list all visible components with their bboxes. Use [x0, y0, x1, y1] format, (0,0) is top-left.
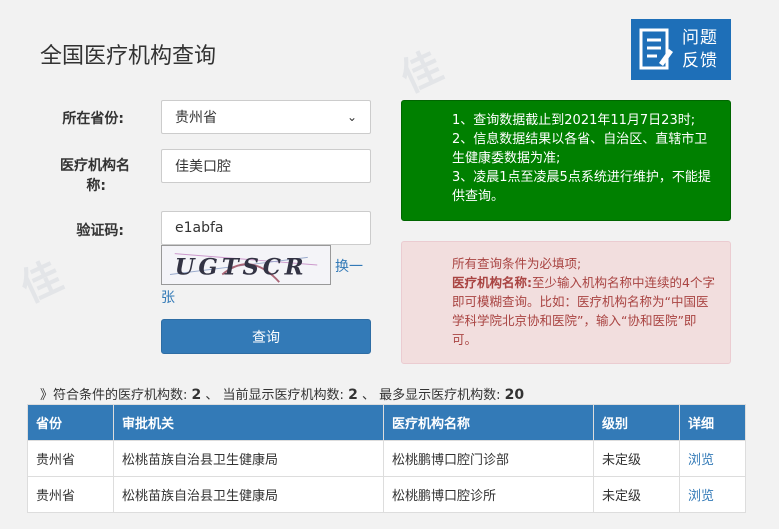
- captcha-input[interactable]: e1abfa: [161, 211, 371, 245]
- cell-institution: 松桃鹏博口腔诊所: [383, 476, 594, 513]
- matched-count: 2: [191, 387, 202, 403]
- watermark: 佳: [393, 43, 450, 102]
- info-notice: 1、查询数据截止到2021年11月7日23时; 2、信息数据结果以各省、自治区、…: [401, 100, 731, 221]
- table-row: 贵州省 松桃苗族自治县卫生健康局 松桃鹏博口腔门诊部 未定级 浏览: [27, 440, 746, 477]
- requirement-line: 所有查询条件为必填项;: [452, 256, 582, 271]
- refresh-captcha-link-wrap[interactable]: 张: [161, 287, 175, 307]
- institution-name-input[interactable]: 佳美口腔: [161, 149, 371, 183]
- cell-detail: 浏览: [679, 476, 746, 513]
- cell-level: 未定级: [593, 440, 680, 477]
- max-count: 20: [504, 387, 525, 403]
- cell-authority: 松桃苗族自治县卫生健康局: [113, 440, 384, 477]
- header-authority: 审批机关: [113, 404, 384, 441]
- captcha-label: 验证码:: [76, 223, 124, 239]
- cell-authority: 松桃苗族自治县卫生健康局: [113, 476, 384, 513]
- info-line: 3、凌晨1点至凌晨5点系统进行维护，不能提供查询。: [452, 170, 711, 204]
- header-detail: 详细: [679, 404, 746, 441]
- results-table: 省份 审批机关 医疗机构名称 级别 详细 贵州省 松桃苗族自治县卫生健康局 松桃…: [27, 404, 746, 513]
- view-detail-link[interactable]: 浏览: [688, 453, 714, 468]
- captcha-text: UGTSCR: [175, 255, 308, 281]
- institution-name-label: 医疗机构名 称:: [60, 158, 130, 194]
- header-institution: 医疗机构名称: [383, 404, 594, 441]
- requirement-detail: 医疗机构名称:至少输入机构名称中连续的4个字即可模糊查询。比如：医疗机构名称为“…: [452, 275, 715, 347]
- shown-count: 2: [348, 387, 358, 403]
- header-level: 级别: [593, 404, 680, 441]
- feedback-button[interactable]: 问题 反馈: [631, 19, 731, 80]
- requirement-notice: 所有查询条件为必填项; 医疗机构名称:至少输入机构名称中连续的4个字即可模糊查询…: [401, 241, 731, 364]
- captcha-image[interactable]: UGTSCR: [161, 245, 331, 285]
- province-select[interactable]: 贵州省 ⌄: [161, 100, 371, 134]
- cell-level: 未定级: [593, 476, 680, 513]
- cell-province: 贵州省: [27, 440, 114, 477]
- document-edit-icon: [639, 28, 673, 69]
- feedback-label: 问题 反馈: [682, 27, 718, 71]
- query-button[interactable]: 查询: [161, 319, 371, 354]
- result-summary: 》符合条件的医疗机构数: 2 、 当前显示医疗机构数: 2 、 最多显示医疗机构…: [40, 387, 525, 403]
- province-label: 所在省份:: [62, 111, 124, 127]
- watermark: 佳: [13, 253, 70, 312]
- cell-detail: 浏览: [679, 440, 746, 477]
- refresh-captcha-link[interactable]: 换一: [335, 256, 363, 276]
- page-title: 全国医疗机构查询: [40, 44, 217, 69]
- table-header-row: 省份 审批机关 医疗机构名称 级别 详细: [27, 404, 746, 441]
- info-line: 2、信息数据结果以各省、自治区、直辖市卫生健康委数据为准;: [452, 132, 708, 166]
- cell-institution: 松桃鹏博口腔门诊部: [383, 440, 594, 477]
- table-row: 贵州省 松桃苗族自治县卫生健康局 松桃鹏博口腔诊所 未定级 浏览: [27, 476, 746, 513]
- cell-province: 贵州省: [27, 476, 114, 513]
- info-line: 1、查询数据截止到2021年11月7日23时;: [452, 113, 696, 128]
- view-detail-link[interactable]: 浏览: [688, 489, 714, 504]
- province-value: 贵州省: [175, 110, 217, 126]
- header-province: 省份: [27, 404, 114, 441]
- chevron-down-icon: ⌄: [346, 110, 357, 124]
